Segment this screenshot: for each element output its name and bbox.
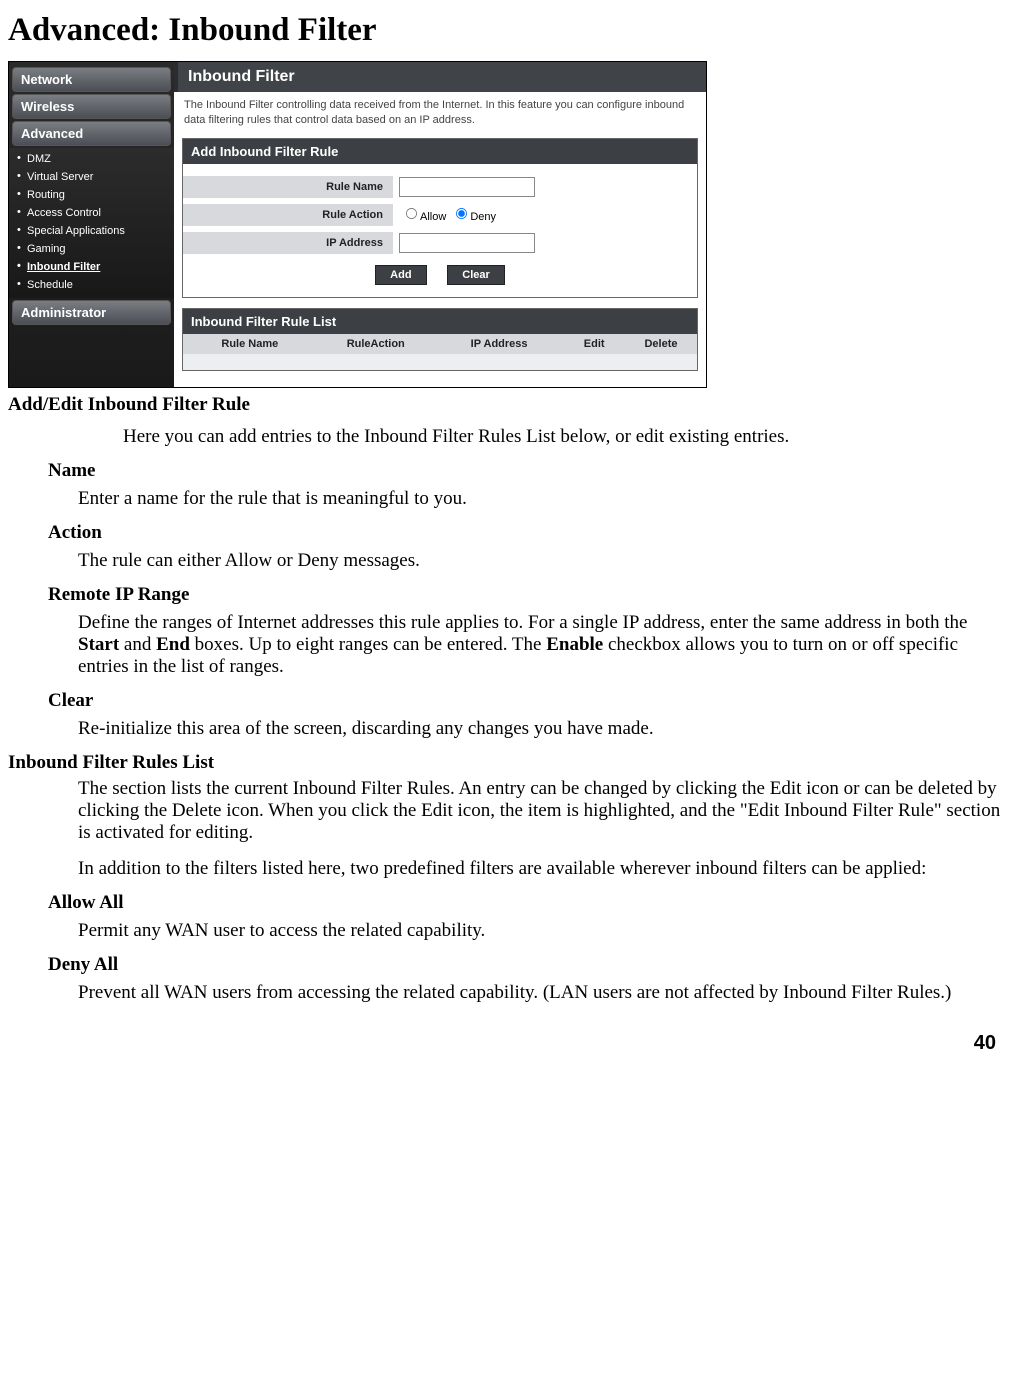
col-rule-name: Rule Name	[183, 334, 317, 354]
rules-list-p2: In addition to the filters listed here, …	[78, 858, 1002, 880]
deny-all-text: Prevent all WAN users from accessing the…	[78, 982, 1002, 1004]
rule-list-body	[183, 354, 697, 370]
sidebar: Network Wireless Advanced DMZ Virtual Se…	[9, 62, 174, 387]
col-rule-action: RuleAction	[317, 334, 435, 354]
sidebar-item-inbound-filter[interactable]: Inbound Filter	[13, 258, 174, 276]
ip-address-input[interactable]	[399, 233, 535, 253]
ip-address-label: IP Address	[183, 232, 393, 254]
name-text: Enter a name for the rule that is meanin…	[78, 488, 1002, 510]
allow-radio[interactable]	[406, 208, 417, 219]
sidebar-item-gaming[interactable]: Gaming	[13, 240, 174, 258]
action-heading: Action	[48, 522, 1002, 544]
deny-radio[interactable]	[456, 208, 467, 219]
rule-action-label: Rule Action	[183, 204, 393, 226]
deny-radio-label: Deny	[470, 211, 496, 223]
sidebar-tab-advanced[interactable]: Advanced	[12, 121, 171, 146]
add-button[interactable]: Add	[375, 265, 426, 285]
sidebar-item-access-control[interactable]: Access Control	[13, 204, 174, 222]
rules-list-p1: The section lists the current Inbound Fi…	[78, 778, 1002, 844]
clear-button[interactable]: Clear	[447, 265, 505, 285]
panel-header: Inbound Filter	[174, 62, 706, 92]
remote-ip-heading: Remote IP Range	[48, 584, 1002, 606]
addedit-heading: Add/Edit Inbound Filter Rule	[8, 394, 1002, 416]
sidebar-tab-network[interactable]: Network	[12, 67, 171, 92]
sidebar-item-dmz[interactable]: DMZ	[13, 150, 174, 168]
rules-list-heading: Inbound Filter Rules List	[8, 752, 1002, 774]
rule-name-input[interactable]	[399, 177, 535, 197]
add-rule-panel-title: Add Inbound Filter Rule	[183, 139, 697, 164]
sidebar-tab-administrator[interactable]: Administrator	[12, 300, 171, 325]
allow-radio-label: Allow	[420, 211, 446, 223]
router-screenshot: Network Wireless Advanced DMZ Virtual Se…	[8, 61, 707, 388]
page-number: 40	[8, 1032, 1002, 1055]
allow-all-text: Permit any WAN user to access the relate…	[78, 920, 1002, 942]
allow-all-heading: Allow All	[48, 892, 1002, 914]
col-edit: Edit	[563, 334, 625, 354]
clear-heading: Clear	[48, 690, 1002, 712]
rule-name-label: Rule Name	[183, 176, 393, 198]
action-text: The rule can either Allow or Deny messag…	[78, 550, 1002, 572]
panel-description: The Inbound Filter controlling data rece…	[174, 92, 706, 134]
main-panel: Inbound Filter The Inbound Filter contro…	[174, 62, 706, 387]
sidebar-tab-wireless[interactable]: Wireless	[12, 94, 171, 119]
name-heading: Name	[48, 460, 1002, 482]
sidebar-item-virtual-server[interactable]: Virtual Server	[13, 168, 174, 186]
addedit-intro: Here you can add entries to the Inbound …	[123, 426, 1002, 448]
col-delete: Delete	[625, 334, 697, 354]
col-ip-address: IP Address	[435, 334, 564, 354]
sidebar-advanced-submenu: DMZ Virtual Server Routing Access Contro…	[9, 148, 174, 298]
clear-text: Re-initialize this area of the screen, d…	[78, 718, 1002, 740]
page-title: Advanced: Inbound Filter	[8, 12, 1002, 49]
rule-list-header: Rule Name RuleAction IP Address Edit Del…	[183, 334, 697, 354]
add-rule-panel: Add Inbound Filter Rule Rule Name Rule A…	[182, 138, 698, 298]
rule-list-panel-title: Inbound Filter Rule List	[183, 309, 697, 334]
sidebar-item-routing[interactable]: Routing	[13, 186, 174, 204]
sidebar-item-special-applications[interactable]: Special Applications	[13, 222, 174, 240]
sidebar-item-schedule[interactable]: Schedule	[13, 276, 174, 294]
remote-ip-text: Define the ranges of Internet addresses …	[78, 612, 1002, 678]
rule-list-panel: Inbound Filter Rule List Rule Name RuleA…	[182, 308, 698, 371]
deny-all-heading: Deny All	[48, 954, 1002, 976]
